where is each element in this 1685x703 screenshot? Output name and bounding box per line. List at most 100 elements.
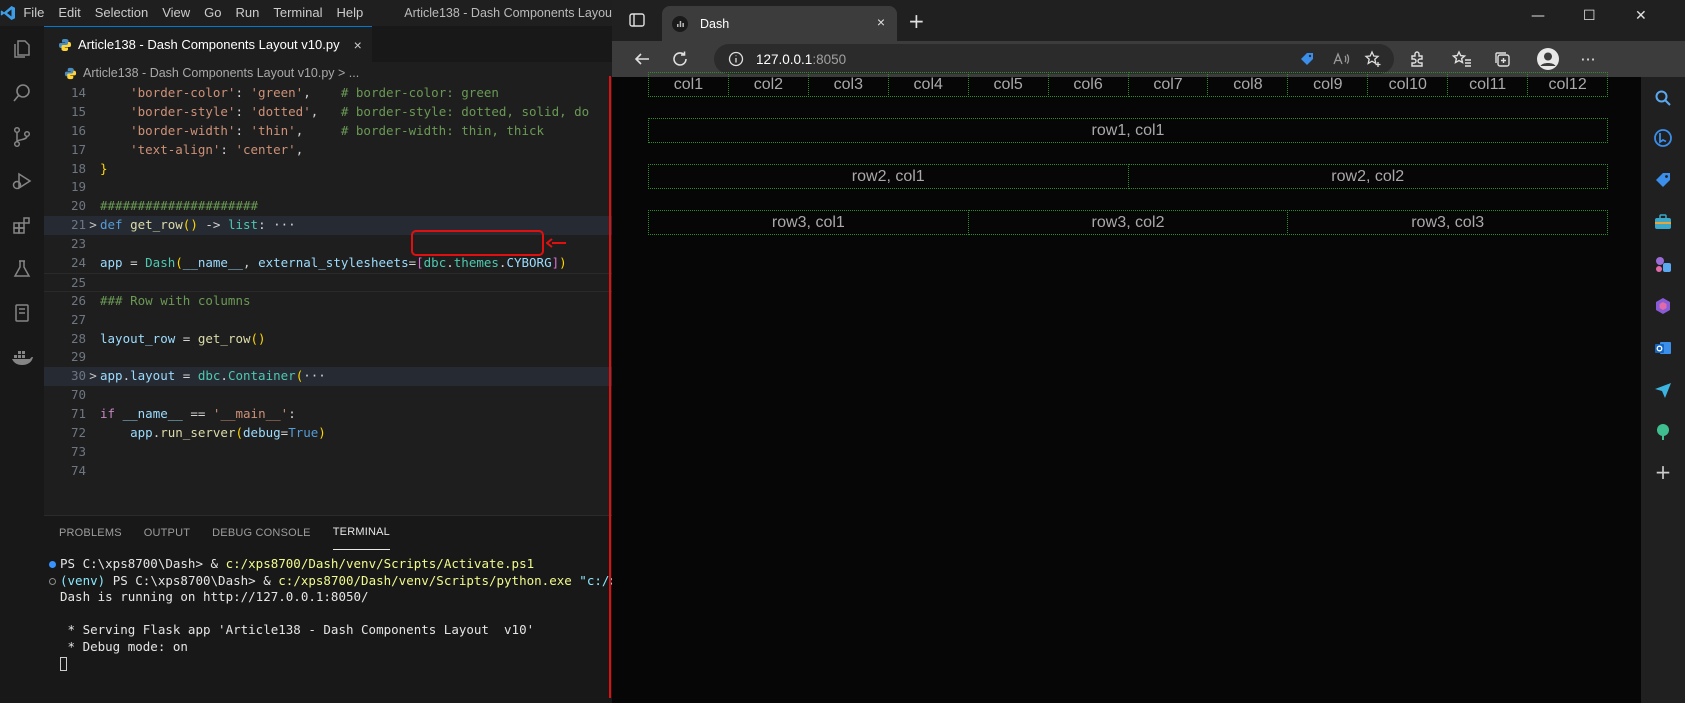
- code-line[interactable]: 74: [44, 462, 612, 481]
- panel-tabs: PROBLEMS OUTPUT DEBUG CONSOLE TERMINAL: [44, 516, 612, 550]
- code-line[interactable]: 18}: [44, 160, 612, 179]
- explorer-icon[interactable]: [7, 34, 37, 64]
- sidebar-add-button[interactable]: +: [1654, 462, 1672, 482]
- terminal-line: [48, 655, 612, 672]
- profile-avatar-icon[interactable]: [1536, 47, 1560, 71]
- code-line[interactable]: 27: [44, 311, 612, 330]
- code-line[interactable]: 17 'text-align': 'center',: [44, 141, 612, 160]
- collections-icon[interactable]: [1492, 49, 1512, 69]
- games-icon[interactable]: [1654, 255, 1672, 273]
- browser-tab-dash[interactable]: Dash ×: [662, 6, 897, 41]
- code-line[interactable]: 26 ### Row with columns: [44, 292, 612, 311]
- extensions-icon[interactable]: [7, 210, 37, 240]
- favorite-star-add-icon[interactable]: [1364, 50, 1382, 68]
- code-line[interactable]: 30 > app.layout = dbc.Container(···: [44, 367, 612, 387]
- address-host: 127.0.0.1: [756, 51, 813, 67]
- line-number: 24: [70, 255, 86, 271]
- terminal-line: (venv) PS C:\xps8700\Dash> & c:/xps8700/…: [48, 573, 612, 590]
- bing-chat-icon[interactable]: [1654, 129, 1672, 147]
- code-line[interactable]: 29: [44, 348, 612, 367]
- code-text: ### Row with columns: [100, 292, 251, 308]
- tab-close-icon[interactable]: ×: [354, 37, 362, 53]
- editor-tab-article138[interactable]: Article138 - Dash Components Layout v10.…: [44, 26, 372, 62]
- menu-help[interactable]: Help: [329, 0, 370, 26]
- command-status-dot-icon[interactable]: [49, 561, 56, 568]
- menu-view[interactable]: View: [155, 0, 197, 26]
- vscode-logo-icon: [0, 0, 16, 26]
- code-line[interactable]: 14 'border-color': 'green', # border-col…: [44, 84, 612, 103]
- code-line[interactable]: 71 if __name__ == '__main__':: [44, 405, 612, 424]
- code-line[interactable]: 16 'border-width': 'thin', # border-widt…: [44, 122, 612, 141]
- tab-terminal[interactable]: TERMINAL: [332, 516, 390, 550]
- code-text: 'border-color': 'green', # border-color:…: [100, 85, 499, 100]
- shopping-tag-icon[interactable]: [1654, 171, 1672, 189]
- coupon-tag-icon[interactable]: [1299, 51, 1315, 67]
- code-line[interactable]: 73: [44, 443, 612, 462]
- read-aloud-icon[interactable]: [1332, 51, 1350, 67]
- tab-debug-console[interactable]: DEBUG CONSOLE: [212, 516, 311, 550]
- code-text: app.layout = dbc.Container(···: [100, 368, 326, 384]
- sidebar-search-icon[interactable]: [1654, 89, 1672, 107]
- line-number: 71: [70, 406, 86, 422]
- line-number: 29: [70, 349, 86, 365]
- address-bar[interactable]: 127.0.0.1:8050: [714, 44, 1394, 74]
- source-control-icon[interactable]: [7, 122, 37, 152]
- remote-explorer-icon[interactable]: [7, 298, 37, 328]
- window-title: Article138 - Dash Components Layou: [404, 6, 612, 20]
- close-window-button[interactable]: ✕: [1635, 8, 1647, 24]
- tab-actions-icon[interactable]: [628, 11, 646, 29]
- run-debug-icon[interactable]: [7, 166, 37, 196]
- grid-row1: row1, col1: [648, 118, 1608, 143]
- menu-selection[interactable]: Selection: [88, 0, 155, 26]
- extensions-puzzle-icon[interactable]: [1408, 49, 1428, 69]
- tab-problems[interactable]: PROBLEMS: [59, 516, 122, 550]
- search-icon[interactable]: [7, 78, 37, 108]
- grid-cell: col5: [967, 72, 1049, 97]
- menu-terminal[interactable]: Terminal: [266, 0, 329, 26]
- site-info-icon[interactable]: [728, 51, 744, 67]
- line-number: 20: [70, 198, 86, 214]
- refresh-icon[interactable]: [670, 49, 690, 69]
- code-line[interactable]: 70: [44, 386, 612, 405]
- fold-chevron-icon[interactable]: >: [86, 367, 100, 386]
- code-line[interactable]: 25: [44, 272, 612, 292]
- tree-icon[interactable]: [1654, 423, 1672, 441]
- line-number: 70: [70, 387, 86, 403]
- outlook-icon[interactable]: [1654, 339, 1672, 357]
- code-editor[interactable]: 14 'border-color': 'green', # border-col…: [44, 84, 612, 481]
- settings-more-icon[interactable]: ···: [1578, 49, 1598, 69]
- back-arrow-icon[interactable]: [632, 49, 652, 69]
- line-number: 30: [70, 368, 86, 384]
- terminal-output[interactable]: PS C:\xps8700\Dash> & c:/xps8700/Dash/ve…: [44, 550, 612, 672]
- browser-tab-close-icon[interactable]: ×: [877, 14, 885, 30]
- grid-row0: col1 col2 col3 col4 col5 col6 col7 col8 col9 col1…: [648, 72, 1609, 97]
- code-line[interactable]: 72 app.run_server(debug=True): [44, 424, 612, 443]
- menu-edit[interactable]: Edit: [51, 0, 87, 26]
- line-number: 18: [70, 160, 86, 176]
- code-line[interactable]: 28 layout_row = get_row(): [44, 330, 612, 349]
- tab-output[interactable]: OUTPUT: [144, 516, 190, 550]
- code-line[interactable]: 24 app = Dash(__name__, external_styleshe…: [44, 254, 612, 273]
- docker-icon[interactable]: [7, 342, 37, 372]
- command-status-dot-icon[interactable]: [49, 577, 56, 585]
- menu-run[interactable]: Run: [229, 0, 267, 26]
- menu-file[interactable]: File: [16, 0, 51, 26]
- breadcrumb-text: Article138 - Dash Components Layout v10.…: [83, 66, 360, 80]
- line-number: 14: [70, 85, 86, 100]
- breadcrumb[interactable]: Article138 - Dash Components Layout v10.…: [44, 62, 612, 84]
- menu-go[interactable]: Go: [197, 0, 228, 26]
- code-line[interactable]: 19: [44, 178, 612, 197]
- fold-chevron-icon[interactable]: >: [86, 216, 100, 235]
- testing-flask-icon[interactable]: [7, 254, 37, 284]
- favorites-icon[interactable]: [1452, 49, 1472, 69]
- code-line[interactable]: 20 #####################: [44, 197, 612, 216]
- code-text: def get_row() -> list: ···: [100, 217, 296, 233]
- minimize-button[interactable]: —: [1531, 8, 1545, 24]
- tools-briefcase-icon[interactable]: [1654, 213, 1672, 231]
- new-tab-button[interactable]: +: [908, 9, 925, 33]
- maximize-button[interactable]: ☐: [1583, 8, 1596, 24]
- send-drop-icon[interactable]: [1654, 381, 1672, 399]
- code-line[interactable]: 15 'border-style': 'dotted', # border-st…: [44, 103, 612, 122]
- microsoft-365-icon[interactable]: [1654, 297, 1672, 315]
- line-number: 15: [70, 103, 86, 119]
